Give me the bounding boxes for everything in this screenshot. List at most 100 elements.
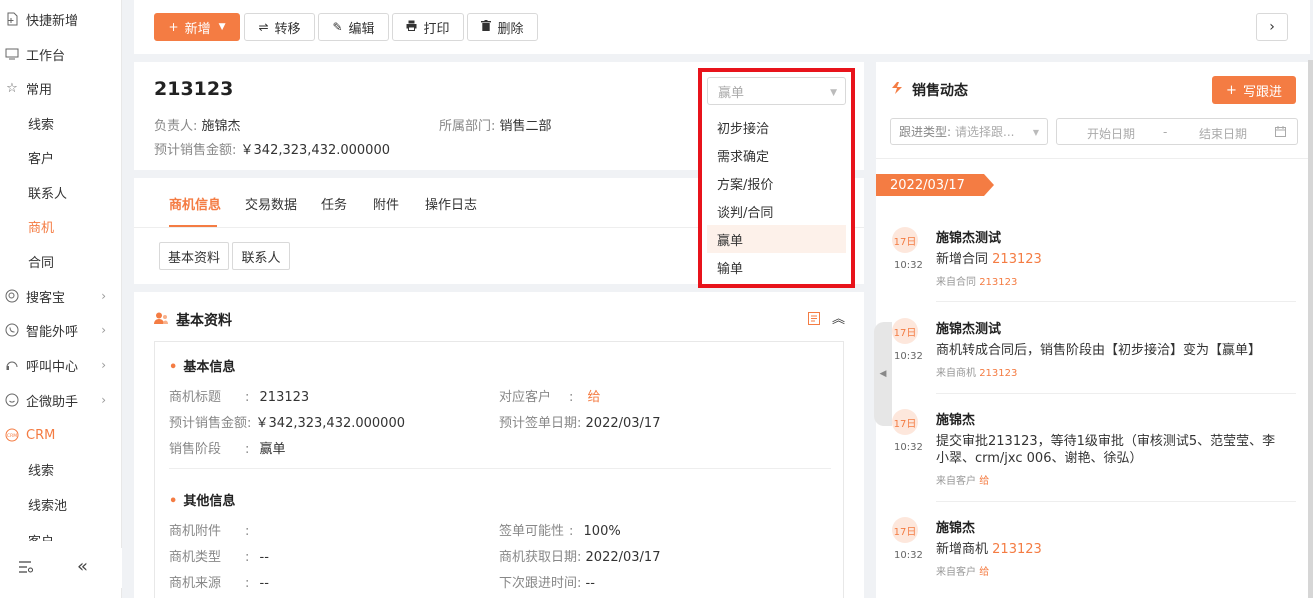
activity-link[interactable]: 213123 <box>992 252 1042 267</box>
edit-button[interactable]: ✎ 编辑 <box>318 13 389 41</box>
activity-divider <box>936 301 1296 302</box>
plus-icon: + <box>1226 82 1237 98</box>
sidebar-item-crm-customers[interactable]: 客户 <box>0 521 122 541</box>
tab-operation-log[interactable]: 操作日志 <box>425 194 477 213</box>
transfer-icon: ⇌ <box>258 20 269 34</box>
field-customer: 对应客户: 给 <box>499 386 601 405</box>
owner-label: 负责人: <box>154 119 198 134</box>
sidebar-item-label: 客户 <box>28 151 55 167</box>
field-next-follow: 下次跟进时间: -- <box>499 572 595 591</box>
edit-label: 编辑 <box>348 21 375 37</box>
field-label: 商机附件 <box>169 524 222 539</box>
activity-time: 10:32 <box>894 260 923 271</box>
calendar-icon <box>1275 126 1286 140</box>
start-date-input[interactable]: 开始日期 <box>1087 125 1135 142</box>
activity-source-link[interactable]: 213123 <box>979 368 1017 379</box>
monitor-icon <box>4 46 20 62</box>
date-range-picker[interactable]: 开始日期 - 结束日期 <box>1056 118 1298 145</box>
group-other: 其他信息 <box>169 490 235 509</box>
sidebar-item-workbench[interactable]: 工作台 <box>0 37 122 71</box>
activity-day: 17日 <box>892 409 918 435</box>
date-tag: 2022/03/17 <box>876 174 994 196</box>
field-label: 商机标题 <box>169 390 222 405</box>
activity-day: 17日 <box>892 517 918 543</box>
amount-label: 预计销售金额: <box>154 143 237 158</box>
stage-option[interactable]: 初步接洽 <box>707 113 846 141</box>
activity-source-link[interactable]: 给 <box>979 476 989 487</box>
sidebar-item-customers[interactable]: 客户 <box>0 140 122 174</box>
menu-settings-icon[interactable] <box>18 560 34 578</box>
stage-select[interactable]: 赢单 ▼ <box>707 77 846 105</box>
tab-transactions[interactable]: 交易数据 <box>245 194 297 213</box>
tab-tasks[interactable]: 任务 <box>321 194 347 213</box>
activity-source-link[interactable]: 213123 <box>979 277 1017 288</box>
sidebar-item-soukebao[interactable]: 搜客宝 › <box>0 279 122 313</box>
sidebar-item-smart-call[interactable]: 智能外呼 › <box>0 313 122 347</box>
field-label: 商机类型 <box>169 550 222 565</box>
transfer-button[interactable]: ⇌ 转移 <box>244 13 315 41</box>
stage-dropdown-highlight: 赢单 ▼ 初步接洽 需求确定 方案/报价 谈判/合同 赢单 输单 <box>698 68 855 288</box>
activity-source-text: 来自客户 <box>936 567 976 578</box>
sidebar-item-contacts[interactable]: 联系人 <box>0 175 122 209</box>
subtab-basic[interactable]: 基本资料 <box>159 242 229 270</box>
sidebar-item-crm-leads[interactable]: 线索 <box>0 452 122 486</box>
sidebar-item-label: 快捷新增 <box>26 13 79 29</box>
sidebar-item-lead-pool[interactable]: 线索池 <box>0 487 122 521</box>
svg-text:CRM: CRM <box>7 433 17 439</box>
sidebar-item-quick-add[interactable]: 快捷新增 <box>0 2 122 36</box>
collapse-up-icon[interactable]: ︽ <box>832 308 845 327</box>
sidebar-item-common[interactable]: ☆ 常用 <box>0 71 122 105</box>
document-icon[interactable] <box>808 312 820 329</box>
activity-source: 来自客户 给 <box>936 563 989 578</box>
phone-circle-icon <box>4 322 20 338</box>
sidebar-item-call-center[interactable]: 呼叫中心 › <box>0 348 122 382</box>
end-date-input[interactable]: 结束日期 <box>1199 125 1247 142</box>
print-label: 打印 <box>423 21 450 37</box>
activity-user: 施锦杰 <box>936 413 976 428</box>
stage-option[interactable]: 谈判/合同 <box>707 197 846 225</box>
sidebar-item-opportunities[interactable]: 商机 <box>0 209 122 243</box>
collapse-sidebar-icon[interactable]: « <box>77 556 88 577</box>
tab-opportunity-info[interactable]: 商机信息 <box>169 194 221 213</box>
activity-desc-text: 新增合同 <box>936 252 989 267</box>
next-record-button[interactable]: › <box>1256 13 1288 41</box>
sidebar-item-label: 客户 <box>28 531 54 541</box>
delete-button[interactable]: 删除 <box>467 13 538 41</box>
field-probability: 签单可能性: 100% <box>499 520 621 539</box>
activity-source-link[interactable]: 给 <box>979 567 989 578</box>
sidebar-item-wechat-helper[interactable]: 企微助手 › <box>0 383 122 417</box>
stage-option[interactable]: 方案/报价 <box>707 169 846 197</box>
follow-type-select[interactable]: 跟进类型: 请选择跟... ▼ <box>890 118 1048 145</box>
activity-source-text: 来自合同 <box>936 277 976 288</box>
subtab-contacts[interactable]: 联系人 <box>232 242 290 270</box>
sidebar-item-contracts[interactable]: 合同 <box>0 244 122 278</box>
activity-item: 17日 10:32 施锦杰 提交审批213123，等待1级审批（审核测试5、范莹… <box>876 409 1310 499</box>
sidebar-item-leads[interactable]: 线索 <box>0 106 122 140</box>
activity-icon <box>890 81 904 99</box>
sidebar-item-label: 智能外呼 <box>26 324 79 340</box>
basic-info-card: 基本资料 ︽ 基本信息 商机标题: 213123 对应客户: 给 预计销售金额:… <box>134 292 864 598</box>
stage-option[interactable]: 需求确定 <box>707 141 846 169</box>
field-value: 213123 <box>259 390 310 405</box>
sidebar-item-label: CRM <box>26 427 56 443</box>
field-label: 预计销售金额: <box>169 416 252 431</box>
page-scrollbar[interactable] <box>1308 60 1313 598</box>
stage-option-selected[interactable]: 赢单 <box>707 225 846 253</box>
field-value: 2022/03/17 <box>585 416 661 431</box>
tab-attachments[interactable]: 附件 <box>373 194 399 213</box>
field-amount: 预计销售金额: ￥342,323,432.000000 <box>169 412 405 431</box>
panel-collapse-handle[interactable]: ◀ <box>874 322 892 426</box>
add-button[interactable]: + 新增 ▼ <box>154 13 240 41</box>
field-label: 对应客户 <box>499 390 552 405</box>
customer-link[interactable]: 给 <box>588 390 601 405</box>
add-label: 新增 <box>184 21 211 37</box>
printer-icon <box>406 20 417 34</box>
activity-item: 17日 10:32 施锦杰 新增商机 213123 来自客户 给 <box>876 517 1310 587</box>
stage-option[interactable]: 输单 <box>707 253 846 281</box>
chevron-right-icon: › <box>101 323 106 337</box>
activity-link[interactable]: 213123 <box>992 542 1042 557</box>
users-icon <box>154 312 168 329</box>
sidebar-item-crm[interactable]: CRM CRM <box>0 418 122 452</box>
print-button[interactable]: 打印 <box>392 13 464 41</box>
write-follow-up-button[interactable]: + 写跟进 <box>1212 76 1296 104</box>
